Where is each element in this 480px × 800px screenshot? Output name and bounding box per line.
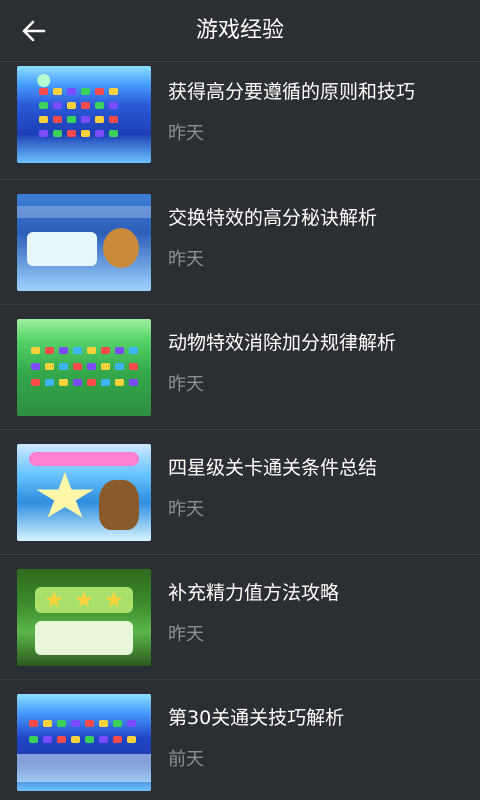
back-arrow-icon [22, 20, 46, 42]
article-thumbnail [17, 569, 151, 666]
list-item[interactable]: 四星级关卡通关条件总结 昨天 [0, 430, 480, 555]
article-title: 交换特效的高分秘诀解析 [168, 207, 378, 229]
article-title: 获得高分要遵循的原则和技巧 [168, 81, 416, 103]
article-title: 补充精力值方法攻略 [168, 582, 340, 604]
article-date: 前天 [168, 749, 204, 770]
back-button[interactable] [14, 12, 54, 50]
list-item[interactable]: 动物特效消除加分规律解析 昨天 [0, 305, 480, 430]
article-title: 四星级关卡通关条件总结 [168, 457, 378, 479]
article-thumbnail [17, 66, 151, 163]
article-date: 昨天 [168, 374, 204, 395]
list-item[interactable]: 补充精力值方法攻略 昨天 [0, 555, 480, 680]
article-title: 第30关通关技巧解析 [168, 707, 345, 729]
article-date: 昨天 [168, 249, 204, 270]
page-title: 游戏经验 [195, 18, 284, 43]
article-date: 昨天 [168, 123, 204, 144]
article-thumbnail [17, 444, 151, 541]
article-date: 昨天 [168, 499, 204, 520]
article-thumbnail [17, 319, 151, 416]
list-item[interactable]: 第30关通关技巧解析 前天 [0, 680, 480, 800]
top-app-bar: 游戏经验 [0, 0, 480, 62]
article-list: 获得高分要遵循的原则和技巧 昨天 交换特效的高分秘诀解析 昨天 动物特效消除加分… [0, 62, 480, 800]
list-item[interactable]: 获得高分要遵循的原则和技巧 昨天 [0, 62, 480, 180]
list-item[interactable]: 交换特效的高分秘诀解析 昨天 [0, 180, 480, 305]
article-thumbnail [17, 194, 151, 291]
article-thumbnail [17, 694, 151, 791]
article-date: 昨天 [168, 624, 204, 645]
article-title: 动物特效消除加分规律解析 [168, 332, 397, 354]
